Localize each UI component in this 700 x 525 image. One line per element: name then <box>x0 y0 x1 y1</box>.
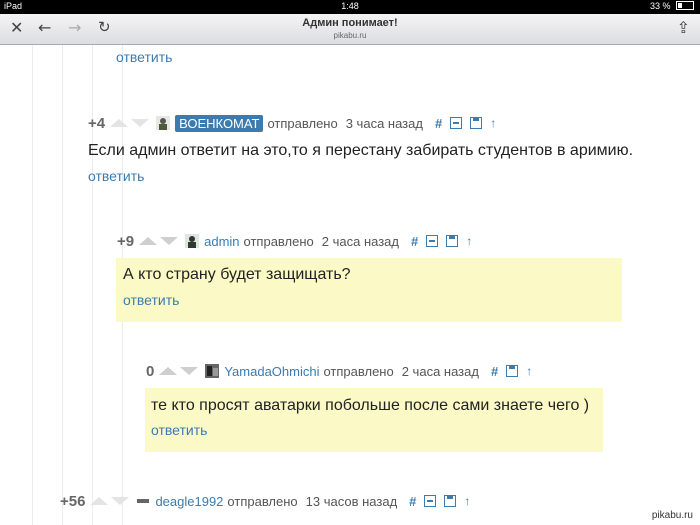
permalink-icon[interactable]: # <box>411 234 418 249</box>
upvote-icon[interactable] <box>159 367 178 375</box>
downvote-icon[interactable] <box>111 497 130 505</box>
page-title: Админ понимает! <box>302 17 398 29</box>
sent-label: отправлено <box>267 115 338 131</box>
comment-header: 0 YamadaOhmichi отправлено 2 часа назад … <box>146 361 532 381</box>
avatar[interactable] <box>136 494 151 508</box>
parent-icon[interactable]: ↑ <box>490 116 496 130</box>
username[interactable]: admin <box>204 234 239 249</box>
sent-label: отправлено <box>323 363 394 379</box>
battery-indicator: 33 % <box>650 1 694 11</box>
sent-label: отправлено <box>227 493 298 509</box>
avatar[interactable] <box>156 116 171 130</box>
battery-icon <box>676 1 694 10</box>
username[interactable]: YamadaOhmichi <box>224 364 319 379</box>
clock: 1:48 <box>341 1 359 11</box>
comment-score: +56 <box>60 492 86 510</box>
comments-area: ответить +4 ВОЕНКОМАТ отправлено 3 часа … <box>0 45 700 525</box>
username[interactable]: deagle1992 <box>155 494 223 509</box>
upvote-icon[interactable] <box>110 119 129 127</box>
comment-header: +9 admin отправлено 2 часа назад # ↑ <box>117 231 472 251</box>
collapse-icon[interactable] <box>450 117 463 129</box>
comment-score: +9 <box>117 232 135 250</box>
upvote-icon[interactable] <box>139 237 158 245</box>
comment-text: А кто страну будет защищать? <box>123 266 351 283</box>
avatar[interactable] <box>205 364 220 378</box>
collapse-icon[interactable] <box>426 235 439 247</box>
browser-toolbar: ✕ ← → ↻ Админ понимает! pikabu.ru ⇪ <box>0 14 700 45</box>
permalink-icon[interactable]: # <box>435 116 442 131</box>
share-icon[interactable]: ⇪ <box>677 18 690 37</box>
url-label[interactable]: pikabu.ru <box>0 31 700 40</box>
comment-score: 0 <box>146 362 155 380</box>
status-bar: iPad 1:48 33 % <box>0 0 700 14</box>
highlighted-comment: А кто страну будет защищать? ответить <box>116 258 622 322</box>
timestamp[interactable]: 3 часа назад <box>346 116 423 131</box>
reply-link[interactable]: ответить <box>151 422 207 438</box>
collapse-icon[interactable] <box>424 495 437 507</box>
comment-header: +4 ВОЕНКОМАТ отправлено 3 часа назад # ↑ <box>88 113 496 133</box>
highlighted-comment: те кто просят аватарки побольше после са… <box>145 388 603 452</box>
upvote-icon[interactable] <box>90 497 109 505</box>
username[interactable]: ВОЕНКОМАТ <box>175 114 264 132</box>
thread-line <box>32 45 33 525</box>
comment-score: +4 <box>88 114 106 132</box>
timestamp[interactable]: 13 часов назад <box>306 494 398 509</box>
save-icon[interactable] <box>446 235 459 247</box>
battery-percent: 33 % <box>649 1 671 11</box>
sent-label: отправлено <box>243 233 314 249</box>
downvote-icon[interactable] <box>131 119 150 127</box>
save-icon[interactable] <box>444 495 457 507</box>
permalink-icon[interactable]: # <box>409 494 416 509</box>
permalink-icon[interactable]: # <box>491 364 498 379</box>
reply-link[interactable]: ответить <box>123 292 179 308</box>
downvote-icon[interactable] <box>180 367 199 375</box>
comment-text: Если админ ответит на это,то я перестану… <box>88 142 634 159</box>
watermark: pikabu.ru <box>648 509 696 522</box>
parent-icon[interactable]: ↑ <box>526 364 532 378</box>
save-icon[interactable] <box>470 117 483 129</box>
avatar[interactable] <box>185 234 200 248</box>
parent-icon[interactable]: ↑ <box>466 234 472 248</box>
downvote-icon[interactable] <box>160 237 179 245</box>
thread-line <box>62 45 63 525</box>
reply-link[interactable]: ответить <box>116 49 172 65</box>
comment-text: те кто просят аватарки побольше после са… <box>151 397 590 414</box>
comment-header: +56 deagle1992 отправлено 13 часов назад… <box>60 491 470 511</box>
timestamp[interactable]: 2 часа назад <box>322 234 399 249</box>
timestamp[interactable]: 2 часа назад <box>402 364 479 379</box>
reply-link[interactable]: ответить <box>88 168 144 184</box>
parent-icon[interactable]: ↑ <box>464 494 470 508</box>
save-icon[interactable] <box>506 365 519 377</box>
